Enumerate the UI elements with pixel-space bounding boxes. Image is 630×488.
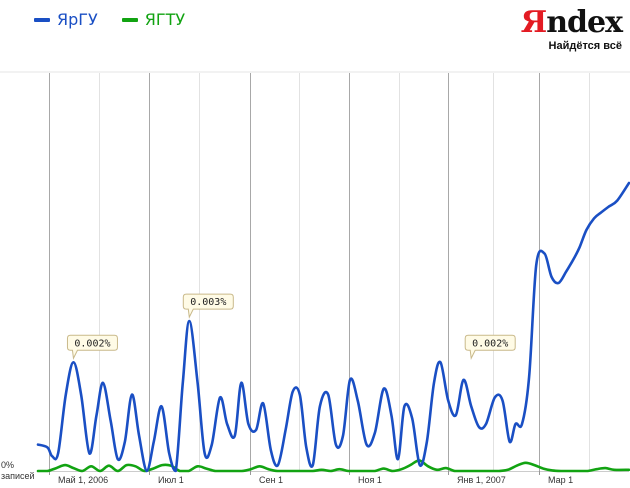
x-tick-label: Сен 1	[259, 475, 283, 485]
chart-axes: Май 1, 2006 Июл 1 Сен 1 Ноя 1 Янв 1, 2007 Мар…	[1, 460, 629, 485]
series-line-yagtu	[36, 459, 630, 473]
x-tick-label: Мар 1	[548, 475, 573, 485]
callout-label: 0.002%	[472, 338, 508, 349]
value-callout: 0.003%	[182, 293, 234, 319]
callout-label: 0.003%	[190, 297, 226, 308]
value-callout: 0.002%	[66, 334, 118, 360]
chart-plot-area: Май 1, 2006 Июл 1 Сен 1 Ноя 1 Янв 1, 2007 Мар…	[0, 71, 630, 485]
x-tick-label: Май 1, 2006	[58, 475, 108, 485]
x-tick-label: Ноя 1	[358, 475, 382, 485]
callout-label: 0.002%	[74, 338, 110, 349]
x-tick-label: Янв 1, 2007	[457, 475, 506, 485]
x-tick-label: Июл 1	[158, 475, 184, 485]
y-zero-label: 0%	[1, 460, 14, 470]
y-axis-label: записей	[1, 471, 35, 481]
series-line-yargu	[36, 181, 630, 473]
value-callout: 0.002%	[464, 334, 516, 360]
chart-series	[36, 181, 630, 473]
